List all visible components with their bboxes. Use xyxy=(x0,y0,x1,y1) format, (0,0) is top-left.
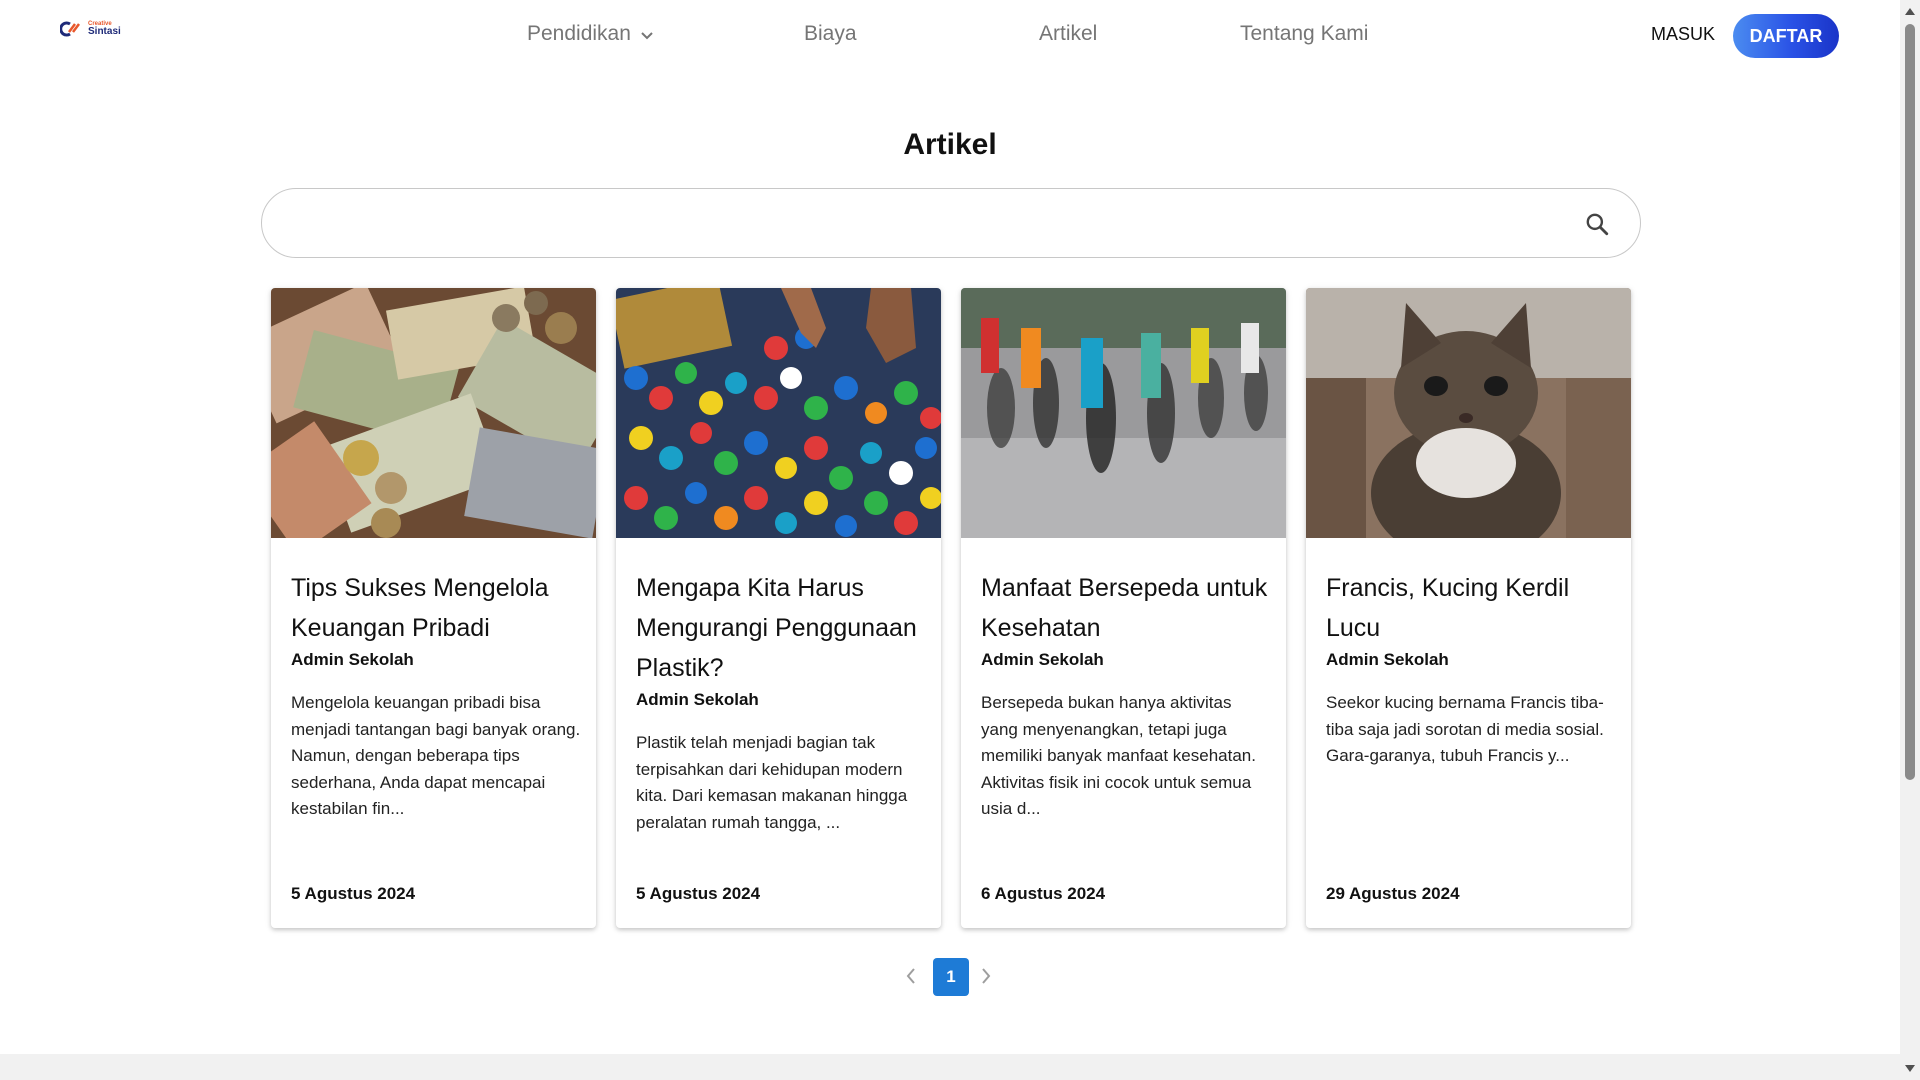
article-card-body: Mengapa Kita Harus Mengurangi Penggunaan… xyxy=(636,568,926,836)
plastic-caps-photo xyxy=(616,288,941,538)
search-icon[interactable] xyxy=(1584,211,1610,237)
login-button[interactable]: MASUK xyxy=(1651,24,1715,45)
article-image-cat xyxy=(1306,288,1631,538)
article-date: 5 Agustus 2024 xyxy=(291,884,416,903)
page-title: Artikel xyxy=(903,128,997,161)
main-nav: Pendidikan Biaya Artikel Tentang Kami xyxy=(0,22,1900,52)
article-grid: Tips Sukses Mengelola Keuangan Pribadi A… xyxy=(271,288,1631,928)
article-image-money xyxy=(271,288,596,538)
article-date: 6 Agustus 2024 xyxy=(981,884,1106,903)
article-author: Admin Sekolah xyxy=(981,650,1104,669)
cat-photo xyxy=(1306,288,1631,538)
cycling-photo xyxy=(961,288,1286,538)
page-scrollbar[interactable] xyxy=(1900,0,1920,1080)
article-card-body: Francis, Kucing Kerdil Lucu Admin Sekola… xyxy=(1326,568,1616,770)
nav-item-biaya[interactable]: Biaya xyxy=(804,22,857,46)
article-date: 5 Agustus 2024 xyxy=(636,884,761,903)
article-card[interactable]: Mengapa Kita Harus Mengurangi Penggunaan… xyxy=(616,288,941,928)
article-title[interactable]: Tips Sukses Mengelola Keuangan Pribadi xyxy=(291,568,581,648)
article-title[interactable]: Mengapa Kita Harus Mengurangi Penggunaan… xyxy=(636,568,926,688)
nav-item-label: Artikel xyxy=(1039,22,1098,45)
article-card-body: Manfaat Bersepeda untuk Kesehatan Admin … xyxy=(981,568,1271,823)
chevron-right-icon[interactable] xyxy=(980,966,992,986)
article-card-body: Tips Sukses Mengelola Keuangan Pribadi A… xyxy=(291,568,581,823)
page-button-current[interactable]: 1 xyxy=(933,958,969,996)
article-author: Admin Sekolah xyxy=(291,650,414,669)
article-excerpt: Bersepeda bukan hanya aktivitas yang men… xyxy=(981,693,1256,818)
article-author: Admin Sekolah xyxy=(636,690,759,709)
article-excerpt: Mengelola keuangan pribadi bisa menjadi … xyxy=(291,693,581,818)
pagination: 1 xyxy=(0,958,1900,996)
article-author: Admin Sekolah xyxy=(1326,650,1449,669)
article-date: 29 Agustus 2024 xyxy=(1326,884,1460,903)
scroll-down-arrow-icon[interactable] xyxy=(1905,1065,1915,1072)
chevron-down-icon xyxy=(641,32,653,40)
article-image-cycling xyxy=(961,288,1286,538)
article-excerpt: Plastik telah menjadi bagian tak terpisa… xyxy=(636,733,908,832)
chevron-left-icon[interactable] xyxy=(905,966,917,986)
scroll-up-arrow-icon[interactable] xyxy=(1905,8,1915,15)
article-card[interactable]: Manfaat Bersepeda untuk Kesehatan Admin … xyxy=(961,288,1286,928)
search-bar[interactable] xyxy=(261,188,1641,258)
nav-item-label: Biaya xyxy=(804,22,857,45)
nav-item-artikel[interactable]: Artikel xyxy=(1039,22,1097,46)
footer-strip xyxy=(0,1054,1900,1080)
top-navbar: Creative Sintasi Pendidikan Biaya Artike… xyxy=(0,0,1900,72)
register-button[interactable]: DAFTAR xyxy=(1733,14,1839,58)
article-title[interactable]: Manfaat Bersepeda untuk Kesehatan xyxy=(981,568,1271,648)
nav-item-tentang-kami[interactable]: Tentang Kami xyxy=(1240,22,1368,46)
article-excerpt: Seekor kucing bernama Francis tiba-tiba … xyxy=(1326,693,1604,765)
nav-item-label: Pendidikan xyxy=(527,22,631,45)
nav-item-label: Tentang Kami xyxy=(1240,22,1369,45)
money-photo xyxy=(271,288,596,538)
search-input[interactable] xyxy=(292,207,1552,241)
nav-item-pendidikan[interactable]: Pendidikan xyxy=(527,22,653,46)
article-card[interactable]: Tips Sukses Mengelola Keuangan Pribadi A… xyxy=(271,288,596,928)
article-card[interactable]: Francis, Kucing Kerdil Lucu Admin Sekola… xyxy=(1306,288,1631,928)
scrollbar-thumb[interactable] xyxy=(1905,24,1915,780)
article-image-plastic xyxy=(616,288,941,538)
article-title[interactable]: Francis, Kucing Kerdil Lucu xyxy=(1326,568,1616,648)
